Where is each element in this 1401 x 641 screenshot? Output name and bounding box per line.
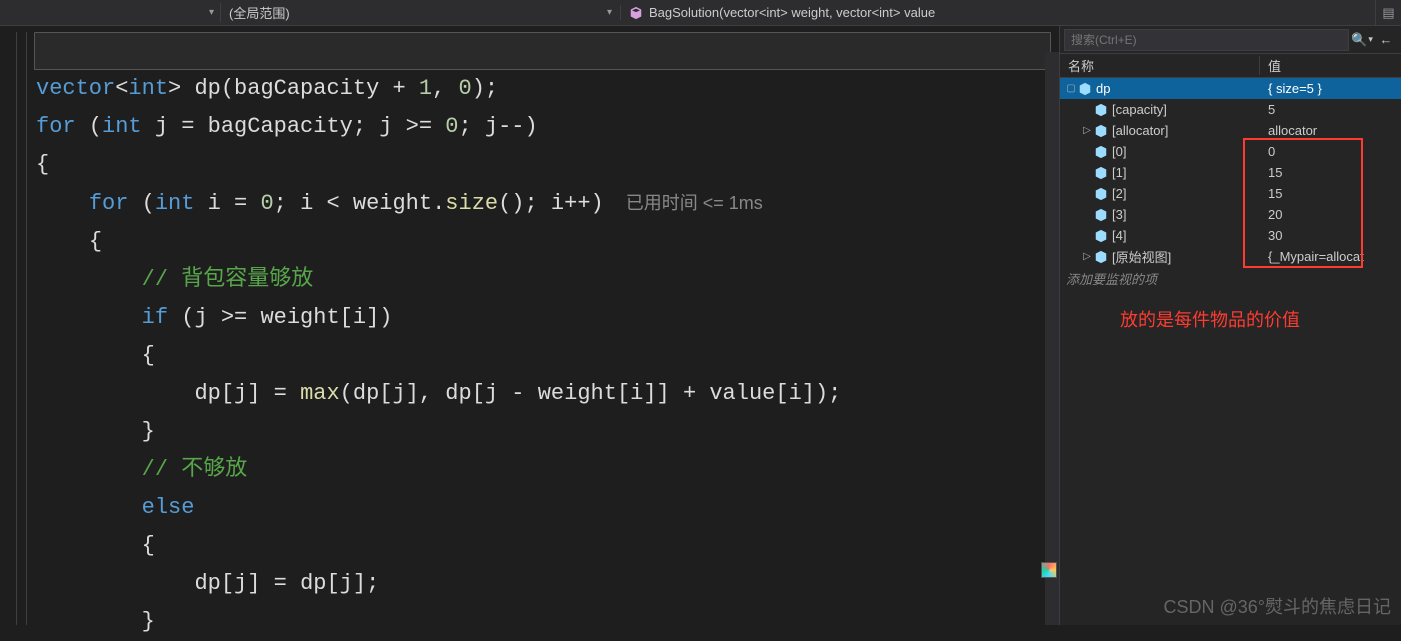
watch-value: 15 [1260,186,1401,201]
watch-value: 30 [1260,228,1401,243]
watch-name: [原始视图] [1112,247,1171,266]
watch-row[interactable]: ▷ [原始视图] {_Mypair=allocat [1060,246,1401,267]
variable-icon [1094,124,1108,138]
navigation-bar: ▾ (全局范围) ▾ BagSolution(vector<int> weigh… [0,0,1401,26]
watch-name: [4] [1112,228,1126,243]
expander-icon[interactable]: ▷ [1080,251,1094,262]
variable-icon [1094,250,1108,264]
variable-icon [1078,82,1092,96]
watch-value: { size=5 } [1260,81,1401,96]
search-button[interactable]: 🔍▾ [1349,32,1375,48]
watch-name: [3] [1112,207,1126,222]
annotation-text: 放的是每件物品的价值 [1120,306,1300,332]
header-name[interactable]: 名称 [1060,56,1260,75]
watch-row[interactable]: [1] 15 [1060,162,1401,183]
watch-name: [capacity] [1112,102,1167,117]
chevron-down-icon: ▾ [1368,34,1373,45]
watch-row[interactable]: [3] 20 [1060,204,1401,225]
function-label: BagSolution(vector<int> weight, vector<i… [649,5,935,20]
watch-value: 0 [1260,144,1401,159]
chevron-down-icon: ▾ [209,7,214,18]
watch-name: [2] [1112,186,1126,201]
variable-icon [1094,229,1108,243]
watch-value: 5 [1260,102,1401,117]
code-content: vector<int> dp(bagCapacity + 1, 0); for … [36,32,1055,641]
watch-value: 20 [1260,207,1401,222]
variable-icon [1094,145,1108,159]
variable-icon [1094,103,1108,117]
timing-overlay: 已用时间 <= 1ms [626,184,763,222]
watch-value: {_Mypair=allocat [1260,249,1401,264]
watch-row[interactable]: ▢ dp { size=5 } [1060,78,1401,99]
watch-panel: 🔍▾ ← 名称 值 ▢ dp { size=5 } [capacity] 5 ▷ [allo… [1060,26,1401,625]
watermark: CSDN @36°熨斗的焦虑日记 [1164,593,1392,619]
search-icon: 🔍 [1351,32,1367,48]
method-icon [629,6,643,20]
watch-row[interactable]: [4] 30 [1060,225,1401,246]
code-editor[interactable]: vector<int> dp(bagCapacity + 1, 0); for … [0,26,1060,625]
watch-name: dp [1096,81,1110,96]
watch-name: [0] [1112,144,1126,159]
watch-value: allocator [1260,123,1401,138]
expander-icon[interactable]: ▷ [1080,125,1094,136]
watch-row[interactable]: [0] 0 [1060,141,1401,162]
watch-name: [allocator] [1112,123,1168,138]
scope-dropdown[interactable]: (全局范围) ▾ [220,3,620,22]
editor-scrollbar[interactable] [1045,52,1059,625]
watch-row[interactable]: ▷ [allocator] allocator [1060,120,1401,141]
header-value[interactable]: 值 [1260,56,1401,75]
split-window-icon[interactable]: ▤ [1375,0,1401,25]
watch-name: [1] [1112,165,1126,180]
variable-icon [1094,208,1108,222]
variable-icon [1094,166,1108,180]
add-watch-placeholder[interactable]: 添加要监视的项 [1060,267,1401,289]
watch-header: 名称 值 [1060,54,1401,78]
variable-icon [1094,187,1108,201]
watch-value: 15 [1260,165,1401,180]
color-picker-icon[interactable] [1041,562,1057,578]
chevron-down-icon: ▾ [607,7,612,18]
expander-icon[interactable]: ▢ [1064,83,1078,94]
function-dropdown[interactable]: BagSolution(vector<int> weight, vector<i… [620,5,1375,20]
watch-search-input[interactable] [1064,29,1349,51]
scope-label: (全局范围) [229,3,290,22]
watch-rows: ▢ dp { size=5 } [capacity] 5 ▷ [allocator] allo… [1060,78,1401,267]
watch-row[interactable]: [capacity] 5 [1060,99,1401,120]
history-button[interactable]: ← [1375,32,1397,47]
watch-row[interactable]: [2] 15 [1060,183,1401,204]
nav-left-dropdown[interactable]: ▾ [0,7,220,18]
